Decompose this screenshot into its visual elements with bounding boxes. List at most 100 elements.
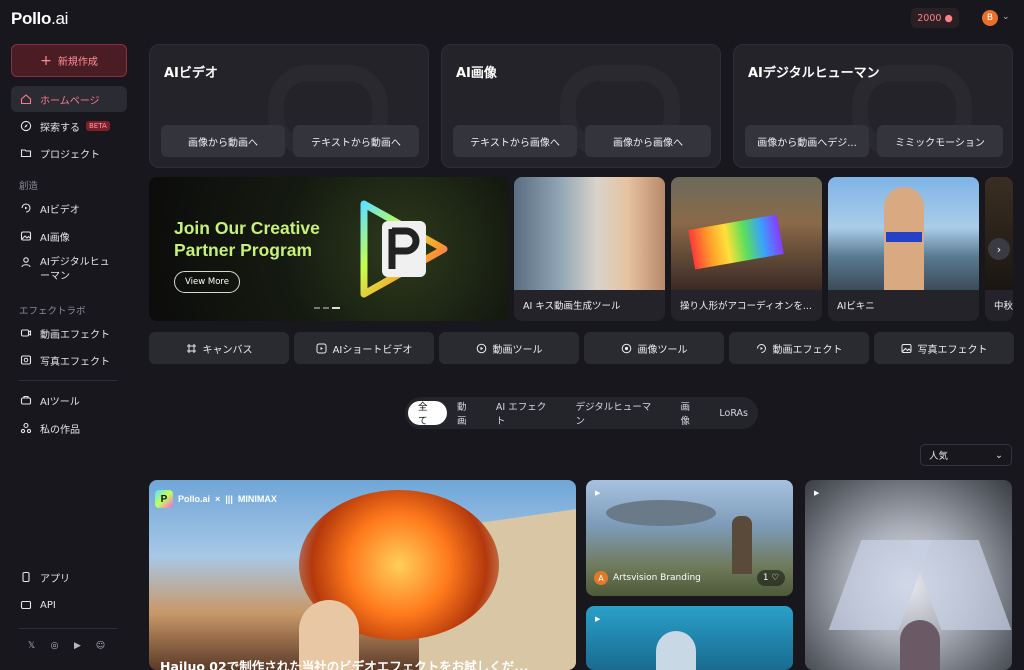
instagram-icon[interactable]: ◎ [49, 640, 60, 651]
feature-card-accordion[interactable]: 操り人形がアコーディオンを... [671, 177, 822, 321]
sidebar-item-label: ホームページ [40, 95, 100, 107]
gallery-tile-3[interactable]: ▶ [586, 606, 793, 670]
sidebar-item-label: AIビデオ [40, 204, 80, 216]
quick-tool-label: 写真エフェクト [917, 344, 988, 356]
feature-caption: AIビキニ [837, 301, 875, 312]
quick-tool-label: キャンバス [202, 344, 253, 356]
api-icon [20, 599, 32, 611]
home-icon [20, 93, 32, 105]
feature-image [828, 177, 979, 290]
quick-tool-photo-effects[interactable]: 写真エフェクト [874, 332, 1014, 364]
creator-info[interactable]: A Artsvision Branding [594, 571, 701, 585]
gallery-tile-4[interactable]: ▶ [805, 480, 1012, 670]
hero-line-1: Join Our Creative [174, 218, 320, 238]
tool-card-ai-video: AIビデオ 画像から動画へ テキストから動画へ [149, 44, 429, 168]
toolbox-icon [20, 394, 32, 406]
quick-tool-video-effects[interactable]: 動画エフェクト [729, 332, 869, 364]
sidebar-item-home[interactable]: ホームページ [11, 86, 127, 112]
feature-image [514, 177, 665, 290]
figure-shape [656, 631, 696, 670]
filter-tab-all[interactable]: 全て [408, 401, 447, 427]
quick-tool-short-video[interactable]: AIショートビデオ [294, 332, 434, 364]
carousel-dots [314, 307, 340, 309]
sidebar-item-photo-effects[interactable]: 写真エフェクト [11, 347, 127, 373]
filter-tab-digital-human[interactable]: デジタルヒューマン [565, 401, 670, 427]
hero-headline: Join Our Creative Partner Program [174, 217, 320, 261]
sidebar-item-digital-human[interactable]: AIデジタルヒューマン [11, 250, 127, 286]
sidebar-item-label: API [40, 599, 56, 611]
hero-line-2: Partner Program [174, 240, 313, 260]
sidebar-divider [19, 628, 117, 629]
sidebar-item-ai-video[interactable]: AIビデオ [11, 195, 127, 221]
credits-badge[interactable]: 2000 ● [911, 8, 959, 28]
video-effect-icon [20, 327, 32, 339]
phone-icon [20, 571, 32, 583]
filter-tab-loras[interactable]: LoRAs [709, 401, 758, 425]
sidebar-item-ai-image[interactable]: AI画像 [11, 223, 127, 249]
sidebar-item-label: AIデジタルヒューマン [40, 257, 110, 282]
sidebar-item-ai-tools[interactable]: AIツール [11, 387, 127, 413]
gallery-tile-2[interactable]: ▶ A Artsvision Branding 1 ♡ [586, 480, 793, 596]
section-create: 創造 [19, 181, 39, 192]
wing-shape [908, 540, 1012, 630]
new-create-button[interactable]: + 新規作成 [11, 44, 127, 77]
social-links: 𝕏 ◎ ▶ ☺ [26, 640, 106, 651]
chevron-right-icon: › [996, 242, 1002, 256]
text-to-image-button[interactable]: テキストから画像へ [453, 125, 577, 157]
view-more-button[interactable]: View More [174, 271, 240, 293]
x-icon[interactable]: 𝕏 [26, 640, 37, 651]
sidebar-divider [19, 380, 117, 381]
sidebar-item-my-works[interactable]: 私の作品 [11, 415, 127, 441]
sidebar-item-projects[interactable]: プロジェクト [11, 140, 127, 166]
canvas-icon [186, 343, 197, 354]
filter-tab-image[interactable]: 画像 [670, 401, 709, 427]
image-to-image-button[interactable]: 画像から画像へ [585, 125, 711, 157]
pollo-logo-graphic [360, 200, 448, 298]
chevron-down-icon[interactable]: ⌄ [1002, 12, 1010, 22]
coin-icon: ● [944, 12, 953, 24]
sidebar-item-explore[interactable]: 探索する BETA [11, 113, 127, 139]
quick-tool-image-tools[interactable]: 画像ツール [584, 332, 724, 364]
image-to-digital-human-button[interactable]: 画像から動画へデジ... [745, 125, 869, 157]
tool-card-title: AIビデオ [164, 66, 218, 81]
creature-shape [900, 620, 940, 670]
creator-name: Artsvision Branding [613, 573, 701, 583]
heart-icon: ♡ [771, 573, 779, 583]
sidebar-item-app[interactable]: アプリ [11, 564, 127, 590]
feature-image [671, 177, 822, 290]
image-to-video-button[interactable]: 画像から動画へ [161, 125, 285, 157]
beta-badge: BETA [86, 121, 110, 131]
pollo-logo-icon: P [155, 490, 173, 508]
text-to-video-button[interactable]: テキストから動画へ [293, 125, 419, 157]
brand-left: Pollo.ai [178, 494, 211, 504]
avatar[interactable]: B [982, 10, 998, 26]
hero-banner[interactable]: Join Our Creative Partner Program View M… [149, 177, 509, 321]
sidebar-item-label: 私の作品 [40, 424, 80, 436]
mimic-motion-button[interactable]: ミミックモーション [877, 125, 1003, 157]
quick-tool-video-tools[interactable]: 動画ツール [439, 332, 579, 364]
tool-card-digital-human: AIデジタルヒューマン 画像から動画へデジ... ミミックモーション [733, 44, 1013, 168]
compass-icon [20, 120, 32, 132]
logo[interactable]: Pollo.ai [11, 9, 68, 29]
figure-shape [732, 516, 752, 574]
discord-icon[interactable]: ☺ [95, 640, 106, 651]
feature-card-kiss[interactable]: AI キス動画生成ツール [514, 177, 665, 321]
youtube-icon[interactable]: ▶ [72, 640, 83, 651]
sidebar-item-api[interactable]: API [11, 592, 127, 618]
brand-x: × [215, 494, 221, 504]
sidebar-item-label: 写真エフェクト [40, 356, 110, 368]
gallery-tile-featured[interactable]: P Pollo.ai × ||| MINIMAX Hailuo 02で制作された… [149, 480, 576, 670]
sort-select[interactable]: 人気 ⌄ [920, 444, 1012, 466]
filter-tab-video[interactable]: 動画 [447, 401, 486, 427]
new-create-label: 新規作成 [57, 57, 98, 68]
sidebar-item-video-effects[interactable]: 動画エフェクト [11, 320, 127, 346]
like-button[interactable]: 1 ♡ [756, 570, 785, 586]
image-icon [20, 230, 32, 242]
filter-tab-ai-effects[interactable]: AI エフェクト [486, 401, 566, 427]
quick-tool-canvas[interactable]: キャンバス [149, 332, 289, 364]
short-video-icon [316, 343, 327, 354]
feature-caption: 中秋 [994, 301, 1013, 312]
carousel-next-button[interactable]: › [988, 238, 1010, 260]
feature-card-bikini[interactable]: AIビキニ [828, 177, 979, 321]
works-icon [20, 422, 32, 434]
